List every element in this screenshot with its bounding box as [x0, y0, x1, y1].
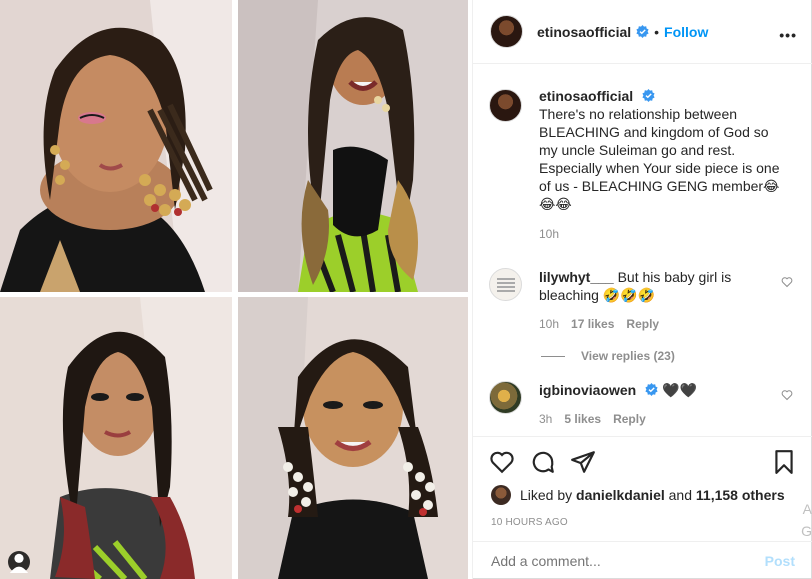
cropped-edge-text: A G — [801, 501, 812, 539]
likes-count[interactable]: 11,158 others — [696, 487, 785, 503]
post-timestamp[interactable]: 10 HOURS AGO — [491, 517, 568, 528]
liker-username[interactable]: danielkdaniel — [576, 487, 665, 503]
caption-time[interactable]: 10h — [539, 227, 787, 241]
photo-bottom-right — [238, 297, 468, 579]
add-comment-bar: Post — [473, 541, 812, 579]
author-avatar[interactable] — [490, 15, 523, 48]
comment-likes[interactable]: 5 likes — [564, 412, 601, 426]
header-separator: • — [654, 23, 660, 40]
comment-text: 🖤🖤 — [662, 382, 697, 398]
more-options-icon[interactable]: ••• — [779, 27, 797, 43]
comment-icon[interactable] — [530, 449, 556, 475]
heart-icon[interactable] — [781, 389, 793, 401]
action-bar: Liked by danielkdaniel and 11,158 others… — [473, 436, 812, 540]
caption-text: There's no relationship between BLEACHIN… — [539, 106, 780, 212]
comment-time[interactable]: 10h — [539, 317, 559, 331]
share-icon[interactable] — [570, 449, 596, 475]
photo-bottom-left — [0, 297, 232, 579]
replies-divider — [541, 355, 565, 357]
post-header: etinosaofficial • Follow ••• — [473, 0, 812, 64]
reply-button[interactable]: Reply — [613, 412, 646, 426]
liked-by-joiner: and — [668, 487, 692, 503]
reply-button[interactable]: Reply — [626, 317, 659, 331]
commenter-username[interactable]: igbinoviaowen — [539, 382, 636, 398]
commenter-avatar[interactable] — [489, 381, 522, 414]
post-comment-button[interactable]: Post — [765, 553, 795, 569]
verified-badge-icon — [636, 25, 649, 38]
comment-likes[interactable]: 17 likes — [571, 317, 614, 331]
verified-badge-icon — [642, 89, 655, 102]
post-image[interactable] — [0, 0, 472, 579]
heart-icon[interactable] — [781, 276, 793, 288]
commenter-avatar[interactable] — [489, 268, 522, 301]
post-sidebar: etinosaofficial • Follow ••• etinosaoffi… — [472, 0, 812, 579]
comment-input[interactable] — [491, 552, 765, 569]
verified-badge-icon — [645, 383, 658, 396]
comment-item: lilywhyt___ But his baby girl is bleachi… — [489, 268, 797, 331]
bookmark-icon[interactable] — [771, 449, 797, 475]
commenter-username[interactable]: lilywhyt___ — [539, 269, 614, 285]
view-replies-button[interactable]: View replies (23) — [541, 349, 797, 363]
author-username[interactable]: etinosaofficial — [537, 24, 631, 40]
comment-item: igbinoviaowen 🖤🖤 3h 5 likes Reply — [489, 381, 797, 426]
user-tag-icon[interactable] — [8, 551, 30, 573]
liked-by-prefix: Liked by — [520, 487, 573, 503]
follow-button[interactable]: Follow — [664, 24, 708, 40]
post-caption: etinosaofficial There's no relationship … — [489, 87, 797, 241]
caption-username[interactable]: etinosaofficial — [539, 88, 633, 104]
comments-list[interactable]: etinosaofficial There's no relationship … — [473, 65, 812, 435]
photo-top-left — [0, 0, 232, 292]
heart-icon[interactable] — [489, 449, 515, 475]
photo-top-right — [238, 0, 468, 292]
liker-avatar[interactable] — [491, 485, 511, 505]
view-replies-label: View replies (23) — [581, 349, 675, 363]
liked-by-row: Liked by danielkdaniel and 11,158 others — [491, 485, 785, 505]
caption-avatar[interactable] — [489, 89, 522, 122]
comment-time[interactable]: 3h — [539, 412, 552, 426]
